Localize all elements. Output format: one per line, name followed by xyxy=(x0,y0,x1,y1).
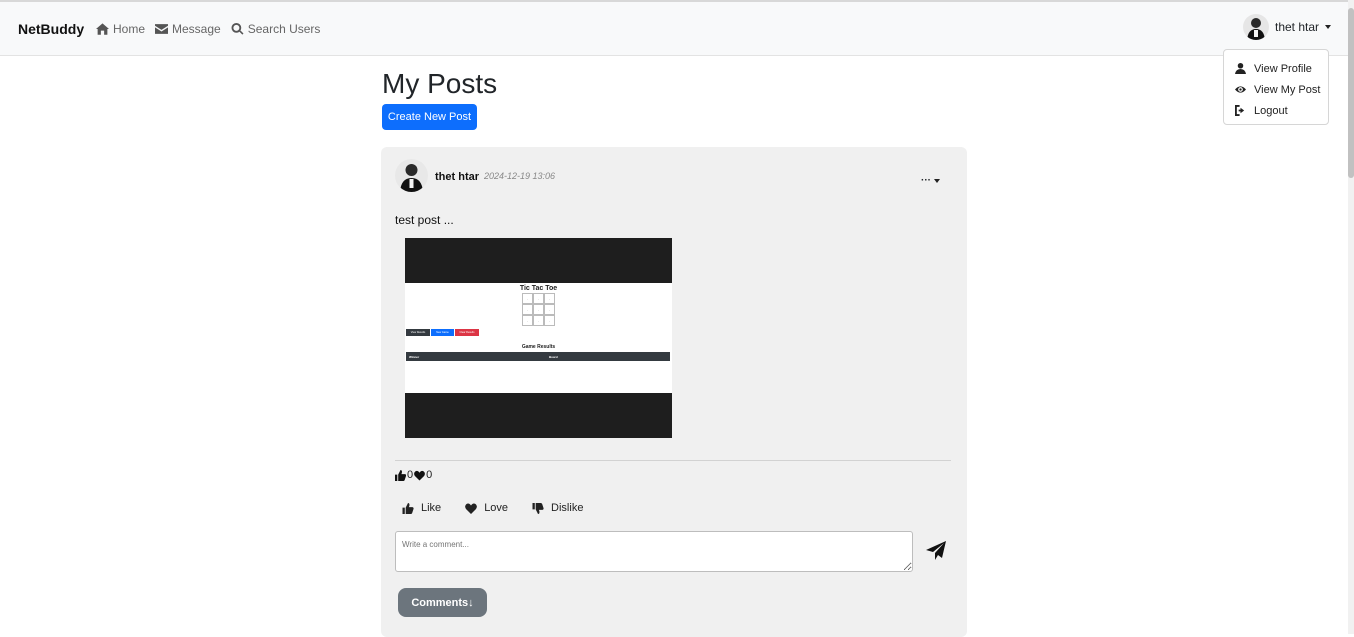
send-icon[interactable] xyxy=(926,541,946,560)
page-title: My Posts xyxy=(382,68,498,99)
dislike-label: Dislike xyxy=(551,502,584,514)
nav-message-link[interactable]: Message xyxy=(155,22,221,36)
top-navbar: NetBuddy Home Message Search Users thet … xyxy=(0,0,1348,56)
comment-input[interactable] xyxy=(395,531,913,572)
menu-item-label: Logout xyxy=(1254,104,1288,117)
post-author-name[interactable]: thet htar xyxy=(435,171,479,183)
search-icon xyxy=(231,23,244,35)
image-content: Tic Tac Toe --------- View Results New G… xyxy=(405,283,672,393)
heart-icon xyxy=(465,503,478,514)
image-table-header-winner: Winner xyxy=(409,355,420,359)
menu-item-label: View My Post xyxy=(1254,83,1321,96)
nav-home-link[interactable]: Home xyxy=(96,22,145,36)
like-button[interactable]: Like xyxy=(402,502,441,514)
like-label: Like xyxy=(421,502,442,514)
post-options-menu[interactable]: ··· xyxy=(921,175,940,186)
love-count: 0 xyxy=(426,469,433,481)
post-divider xyxy=(395,460,951,461)
post-timestamp: 2024-12-19 13:06 xyxy=(484,171,556,181)
heart-icon xyxy=(414,470,426,481)
image-view-results-button: View Results xyxy=(406,329,430,336)
image-results-title: Game Results xyxy=(521,344,556,350)
post-author-avatar[interactable] xyxy=(395,159,428,192)
post-image[interactable]: Tic Tac Toe --------- View Results New G… xyxy=(405,238,672,438)
love-button[interactable]: Love xyxy=(465,502,508,514)
like-count: 0 xyxy=(407,469,414,481)
thumbs-up-icon xyxy=(395,469,406,481)
eye-icon xyxy=(1235,86,1246,93)
menu-item-view-profile[interactable]: View Profile xyxy=(1224,58,1328,79)
user-icon xyxy=(1235,63,1246,74)
thumbs-down-icon xyxy=(532,502,544,514)
page-scrollbar[interactable] xyxy=(1348,0,1354,634)
image-title-text: Tic Tac Toe xyxy=(519,285,558,292)
tic-tac-toe-board: --------- xyxy=(522,293,555,326)
scrollbar-thumb[interactable] xyxy=(1348,8,1354,178)
more-dots-icon: ··· xyxy=(921,175,931,186)
avatar xyxy=(1243,14,1269,40)
create-new-post-button[interactable]: Create New Post xyxy=(382,104,477,130)
image-new-game-button: New Game xyxy=(431,329,454,336)
love-label: Love xyxy=(484,502,509,514)
user-name: thet htar xyxy=(1275,20,1320,34)
nav-message-label: Message xyxy=(172,22,221,36)
menu-item-label: View Profile xyxy=(1254,62,1312,75)
logout-icon xyxy=(1235,105,1245,116)
post-card: thet htar 2024-12-19 13:06 ··· test post… xyxy=(381,147,967,637)
image-clear-results-button: Clear Results xyxy=(455,329,479,336)
menu-item-view-my-post[interactable]: View My Post xyxy=(1224,79,1328,100)
brand-logo[interactable]: NetBuddy xyxy=(18,21,84,37)
nav-links: Home Message Search Users xyxy=(96,22,320,36)
dislike-button[interactable]: Dislike xyxy=(532,502,583,514)
caret-down-icon xyxy=(1325,25,1332,29)
nav-search-users-label: Search Users xyxy=(247,22,321,36)
image-table-header-board: Board xyxy=(549,355,558,359)
reaction-counts: 0 0 xyxy=(395,469,432,481)
comments-toggle-button[interactable]: Comments↓ xyxy=(398,588,487,617)
user-menu-toggle[interactable]: thet htar xyxy=(1243,14,1332,40)
user-dropdown-menu: View Profile View My Post Logout xyxy=(1223,49,1329,125)
home-icon xyxy=(96,23,109,35)
reaction-buttons: Like Love Dislike xyxy=(402,502,583,514)
image-results-table-header: Winner Board xyxy=(406,352,670,361)
post-text: test post ... xyxy=(395,213,454,227)
caret-down-icon xyxy=(934,178,940,183)
thumbs-up-icon xyxy=(402,502,414,514)
nav-search-users-link[interactable]: Search Users xyxy=(231,22,321,36)
menu-item-logout[interactable]: Logout xyxy=(1224,100,1328,121)
nav-home-label: Home xyxy=(113,22,146,36)
envelope-icon xyxy=(155,24,169,34)
